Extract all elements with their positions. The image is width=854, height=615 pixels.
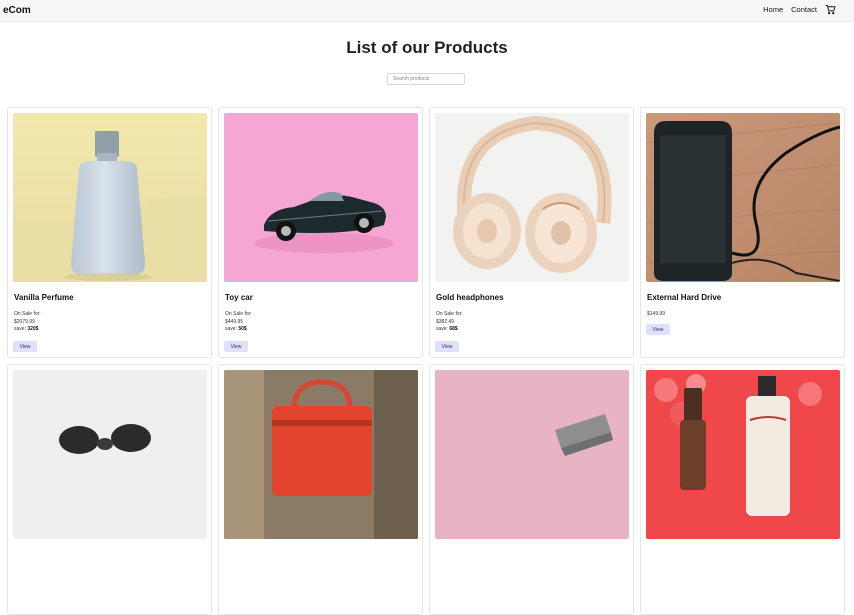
product-card: External Hard Drive $149.99 View <box>640 107 845 358</box>
product-card: Gold headphones On Sale for: $382.49 sav… <box>429 107 634 358</box>
product-title: Toy car <box>225 293 253 302</box>
search-input[interactable] <box>387 73 465 85</box>
product-image-headphones[interactable] <box>435 113 629 282</box>
on-sale-label: On Sale for: <box>225 311 252 317</box>
view-button[interactable]: View <box>646 324 670 335</box>
product-image-hard-drive[interactable] <box>646 113 840 282</box>
product-price: $382.49 <box>436 318 455 325</box>
view-button[interactable]: View <box>13 341 37 352</box>
product-title: External Hard Drive <box>647 293 722 302</box>
product-card: Vanilla Perfume On Sale for: $2079.99 sa… <box>7 107 212 358</box>
save-label: save: <box>225 326 237 332</box>
save-amount: 68$ <box>449 326 458 332</box>
product-image-toy-car[interactable] <box>224 113 418 282</box>
product-price: $449.95 <box>225 318 244 325</box>
product-image[interactable] <box>646 370 840 539</box>
sale-info: On Sale for: $382.49 save: 68$ <box>436 311 463 334</box>
sale-info: On Sale for: $2079.99 save: 320$ <box>14 311 41 334</box>
save-label: save: <box>14 326 26 332</box>
on-sale-label: On Sale for: <box>436 311 463 317</box>
cart-icon[interactable] <box>825 4 836 15</box>
save-label: save: <box>436 326 448 332</box>
nav-contact-link[interactable]: Contact <box>791 5 817 14</box>
navbar: eCom Home Contact <box>0 0 854 22</box>
save-line: save: 68$ <box>436 326 463 334</box>
product-card <box>218 364 423 615</box>
sale-info: On Sale for: $449.95 save: 50$ <box>225 311 252 334</box>
product-title: Gold headphones <box>436 293 504 302</box>
product-card <box>429 364 634 615</box>
view-button[interactable]: View <box>435 341 459 352</box>
product-image-perfume[interactable] <box>13 113 207 282</box>
product-card <box>640 364 845 615</box>
product-card <box>7 364 212 615</box>
on-sale-label: On Sale for: <box>14 311 41 317</box>
product-price: $2079.99 <box>14 318 35 325</box>
product-image[interactable] <box>435 370 629 539</box>
product-grid: Vanilla Perfume On Sale for: $2079.99 sa… <box>7 107 845 615</box>
brand-logo[interactable]: eCom <box>3 5 31 16</box>
nav-links: Home Contact <box>763 4 836 15</box>
nav-home-link[interactable]: Home <box>763 5 783 14</box>
save-line: save: 50$ <box>225 326 252 334</box>
save-amount: 50$ <box>238 326 247 332</box>
product-image[interactable] <box>224 370 418 539</box>
page-title: List of our Products <box>346 38 508 57</box>
view-button[interactable]: View <box>224 341 248 352</box>
save-amount: 320$ <box>27 326 39 332</box>
save-line: save: 320$ <box>14 326 41 334</box>
product-price: $149.99 <box>647 311 666 317</box>
product-card: Toy car On Sale for: $449.95 save: 50$ V… <box>218 107 423 358</box>
product-title: Vanilla Perfume <box>14 293 74 302</box>
product-image[interactable] <box>13 370 207 539</box>
